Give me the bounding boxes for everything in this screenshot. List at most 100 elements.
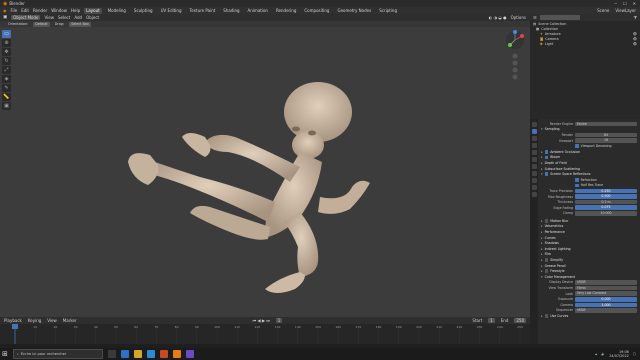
ao-checkbox[interactable]	[544, 149, 549, 154]
view-layer-selector[interactable]: ViewLayer	[615, 8, 636, 13]
playback-controls-icon[interactable]: ⏮ ◀ ▶ ⏭	[253, 318, 270, 323]
trace-precision-field[interactable]: 0.250	[575, 188, 637, 194]
menu-help[interactable]: Help	[71, 8, 80, 13]
outliner-row[interactable]: ✺ Light 👁	[530, 41, 640, 46]
end-frame-field[interactable]: 250	[514, 318, 526, 323]
clock[interactable]: 19:06 24/07/2022	[609, 350, 629, 358]
workspace-tab-compositing[interactable]: Compositing	[302, 8, 331, 14]
view-transform-dropdown[interactable]: Filmic	[575, 285, 637, 291]
character-model[interactable]	[0, 27, 530, 317]
current-frame-field[interactable]: 1	[275, 318, 283, 323]
workspace-tab-layout[interactable]: Layout	[84, 7, 102, 14]
menu-marker[interactable]: Marker	[63, 318, 77, 323]
notifications-icon[interactable]: ▢	[633, 352, 636, 356]
windows-start-icon[interactable]: ⊞	[2, 350, 8, 358]
measure-tool-icon[interactable]: 📏	[2, 93, 11, 101]
outliner-display-mode-icon[interactable]: ☰	[533, 15, 537, 20]
close-icon[interactable]: ✕	[633, 1, 636, 6]
menu-keying[interactable]: Keying	[28, 318, 41, 323]
add-cube-tool-icon[interactable]: ▣	[2, 102, 11, 110]
world-tab-icon[interactable]	[531, 157, 537, 162]
constraint-tab-icon[interactable]	[531, 185, 537, 190]
annotate-tool-icon[interactable]: ✎	[2, 84, 11, 92]
menu-edit[interactable]: Edit	[21, 8, 29, 13]
3d-viewport[interactable]	[0, 27, 530, 317]
task-view-icon[interactable]	[107, 350, 116, 358]
edge-fading-field[interactable]: 0.075	[575, 205, 637, 210]
gamma-field[interactable]: 1.000	[575, 302, 637, 308]
menu-add[interactable]: Add	[74, 15, 82, 20]
visibility-eye-icon[interactable]: 👁	[633, 42, 640, 46]
scene-tab-icon[interactable]	[531, 150, 537, 155]
move-tool-icon[interactable]: ✥	[2, 48, 11, 56]
volume-icon[interactable]: 🔈	[601, 352, 605, 356]
half-res-checkbox[interactable]	[575, 183, 579, 188]
workspace-tab-scripting[interactable]: Scripting	[377, 8, 399, 14]
workspace-tab-animation[interactable]: Animation	[246, 8, 270, 14]
use-curves-section[interactable]: ▸ Use Curves	[541, 313, 637, 319]
use-curves-checkbox[interactable]	[544, 314, 549, 318]
object-tab-icon[interactable]	[531, 164, 537, 169]
network-icon[interactable]: ▴	[595, 352, 597, 356]
menu-object[interactable]: Object	[86, 15, 99, 20]
output-tab-icon[interactable]	[531, 136, 537, 141]
tool-tab-icon[interactable]	[531, 122, 537, 127]
app-icon[interactable]	[185, 350, 194, 358]
bloom-checkbox[interactable]	[544, 155, 549, 160]
display-device-dropdown[interactable]: sRGB	[575, 280, 637, 285]
menu-timeline-view[interactable]: View	[47, 318, 57, 323]
visibility-eye-icon[interactable]: 👁	[633, 37, 640, 41]
minimize-icon[interactable]: ─	[615, 1, 617, 6]
render-engine-dropdown[interactable]: Eevee	[575, 121, 637, 127]
rotate-tool-icon[interactable]: ↻	[2, 57, 11, 65]
exposure-field[interactable]: 0.000	[575, 296, 637, 302]
refraction-checkbox[interactable]	[575, 177, 579, 182]
clamp-field[interactable]: 10.000	[575, 211, 637, 216]
options-dropdown[interactable]: Options	[511, 15, 530, 20]
menu-playback[interactable]: Playback	[4, 318, 22, 323]
cursor-tool-icon[interactable]: ⊕	[2, 39, 11, 47]
modifier-tab-icon[interactable]	[531, 171, 537, 176]
scale-tool-icon[interactable]: ⤢	[2, 66, 11, 74]
menu-view[interactable]: View	[44, 15, 54, 20]
viewport-shading-icons[interactable]: ◐ ◑ ◒ ●	[489, 15, 507, 20]
menu-select[interactable]: Select	[58, 15, 70, 20]
render-samples-field[interactable]: 64	[575, 132, 637, 138]
simplify-checkbox[interactable]	[544, 258, 549, 262]
visibility-eye-icon[interactable]: 👁	[633, 32, 640, 36]
workspace-tab-uv-editing[interactable]: UV Editing	[159, 8, 184, 14]
freestyle-checkbox[interactable]	[544, 269, 549, 274]
orientation-dropdown[interactable]: Default	[33, 21, 50, 27]
maximize-icon[interactable]: ☐	[623, 1, 627, 6]
workspace-tab-modeling[interactable]: Modeling	[106, 8, 128, 14]
file-explorer-icon[interactable]	[133, 350, 142, 358]
filter-icon[interactable]: ⧩	[633, 15, 640, 20]
editor-type-icon[interactable]: ▣	[3, 15, 7, 20]
max-roughness-field[interactable]: 0.500	[575, 194, 637, 199]
transform-tool-icon[interactable]: ◈	[2, 75, 11, 83]
physics-tab-icon[interactable]	[531, 178, 537, 183]
workspace-tab-rendering[interactable]: Rendering	[274, 8, 298, 14]
edge-icon[interactable]	[120, 350, 129, 358]
playhead[interactable]	[12, 324, 18, 329]
blender-taskbar-icon[interactable]	[172, 350, 181, 358]
select-box-tool-icon[interactable]: ▭	[2, 30, 11, 38]
render-tab-icon[interactable]	[531, 129, 537, 134]
denoising-checkbox[interactable]	[575, 144, 579, 148]
store-icon[interactable]	[146, 350, 155, 358]
start-frame-field[interactable]: 1	[488, 318, 495, 323]
blender-menu-icon[interactable]: ◉	[3, 8, 7, 13]
workspace-tab-texture-paint[interactable]: Texture Paint	[187, 8, 217, 14]
menu-window[interactable]: Window	[51, 8, 67, 13]
taskbar-search-box[interactable]: ⌕ Écrire ici pour rechercher	[12, 349, 103, 359]
workspace-tab-geometry-nodes[interactable]: Geometry Nodes	[335, 8, 373, 14]
office-icon[interactable]	[159, 350, 168, 358]
scene-selector[interactable]: Scene	[597, 8, 609, 13]
navigation-gizmo[interactable]	[502, 30, 528, 80]
timeline-area[interactable]: 0102030405060708090100110120130140150160…	[0, 324, 530, 344]
mode-selector[interactable]: Object Mode	[11, 15, 41, 20]
workspace-tab-sculpting[interactable]: Sculpting	[132, 8, 155, 14]
view-layer-tab-icon[interactable]	[531, 143, 537, 148]
sequencer-dropdown[interactable]: sRGB	[575, 308, 637, 313]
motion-blur-checkbox[interactable]	[544, 219, 549, 223]
